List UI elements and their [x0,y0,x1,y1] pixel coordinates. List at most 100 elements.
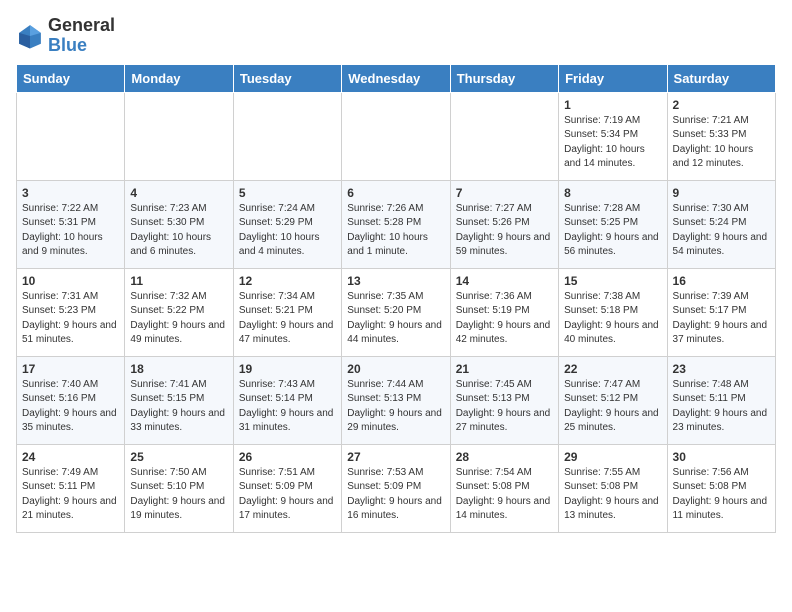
day-info: Sunrise: 7:44 AMSunset: 5:13 PMDaylight:… [347,378,444,436]
day-info: Sunrise: 7:47 AMSunset: 5:12 PMDaylight:… [564,378,661,436]
calendar-cell: 5 Sunrise: 7:24 AMSunset: 5:29 PMDaylight… [233,180,341,268]
day-number: 9 [673,186,770,200]
day-header-tuesday: Tuesday [233,64,341,92]
calendar-cell: 4 Sunrise: 7:23 AMSunset: 5:30 PMDaylight… [125,180,233,268]
day-number: 20 [347,362,444,376]
calendar-week-5: 24 Sunrise: 7:49 AMSunset: 5:11 PMDayligh… [17,444,776,532]
calendar-cell [233,92,341,180]
calendar-cell: 11 Sunrise: 7:32 AMSunset: 5:22 PMDayligh… [125,268,233,356]
day-number: 24 [22,450,119,464]
day-info: Sunrise: 7:39 AMSunset: 5:17 PMDaylight:… [673,290,770,348]
day-info: Sunrise: 7:36 AMSunset: 5:19 PMDaylight:… [456,290,553,348]
day-number: 11 [130,274,227,288]
day-info: Sunrise: 7:41 AMSunset: 5:15 PMDaylight:… [130,378,227,436]
page-header: General Blue [16,16,776,56]
day-info: Sunrise: 7:38 AMSunset: 5:18 PMDaylight:… [564,290,661,348]
calendar-cell: 7Sunrise: 7:27 AMSunset: 5:26 PMDaylight… [450,180,558,268]
day-info: Sunrise: 7:32 AMSunset: 5:22 PMDaylight:… [130,290,227,348]
calendar-cell: 3Sunrise: 7:22 AMSunset: 5:31 PMDaylight… [17,180,125,268]
day-number: 29 [564,450,661,464]
calendar-cell: 24 Sunrise: 7:49 AMSunset: 5:11 PMDayligh… [17,444,125,532]
calendar-cell: 14 Sunrise: 7:36 AMSunset: 5:19 PMDayligh… [450,268,558,356]
calendar-header-row: SundayMondayTuesdayWednesdayThursdayFrid… [17,64,776,92]
day-info: Sunrise: 7:45 AMSunset: 5:13 PMDaylight:… [456,378,553,436]
calendar-cell: 1 Sunrise: 7:19 AMSunset: 5:34 PMDaylight… [559,92,667,180]
day-info: Sunrise: 7:55 AMSunset: 5:08 PMDaylight:… [564,466,661,524]
day-number: 18 [130,362,227,376]
day-info: Sunrise: 7:34 AMSunset: 5:21 PMDaylight:… [239,290,336,348]
day-header-saturday: Saturday [667,64,775,92]
day-number: 22 [564,362,661,376]
calendar-cell: 20 Sunrise: 7:44 AMSunset: 5:13 PMDayligh… [342,356,450,444]
day-number: 3 [22,186,119,200]
day-number: 10 [22,274,119,288]
day-number: 7 [456,186,553,200]
calendar-table: SundayMondayTuesdayWednesdayThursdayFrid… [16,64,776,533]
calendar-cell: 27 Sunrise: 7:53 AMSunset: 5:09 PMDayligh… [342,444,450,532]
calendar-cell [342,92,450,180]
logo-text: General Blue [48,16,115,56]
day-header-friday: Friday [559,64,667,92]
day-number: 14 [456,274,553,288]
day-info: Sunrise: 7:31 AMSunset: 5:23 PMDaylight:… [22,290,119,348]
day-info: Sunrise: 7:50 AMSunset: 5:10 PMDaylight:… [130,466,227,524]
day-number: 15 [564,274,661,288]
calendar-week-3: 10 Sunrise: 7:31 AMSunset: 5:23 PMDayligh… [17,268,776,356]
day-number: 1 [564,98,661,112]
day-number: 27 [347,450,444,464]
day-info: Sunrise: 7:49 AMSunset: 5:11 PMDaylight:… [22,466,119,524]
day-info: Sunrise: 7:23 AMSunset: 5:30 PMDaylight:… [130,202,227,260]
calendar-cell: 12 Sunrise: 7:34 AMSunset: 5:21 PMDayligh… [233,268,341,356]
logo-icon [16,22,44,50]
day-number: 4 [130,186,227,200]
day-info: Sunrise: 7:56 AMSunset: 5:08 PMDaylight:… [673,466,770,524]
day-info: Sunrise: 7:40 AMSunset: 5:16 PMDaylight:… [22,378,119,436]
day-number: 30 [673,450,770,464]
calendar-cell: 13Sunrise: 7:35 AMSunset: 5:20 PMDayligh… [342,268,450,356]
calendar-cell: 26Sunrise: 7:51 AMSunset: 5:09 PMDayligh… [233,444,341,532]
day-header-wednesday: Wednesday [342,64,450,92]
day-number: 6 [347,186,444,200]
day-number: 13 [347,274,444,288]
calendar-cell [450,92,558,180]
day-number: 28 [456,450,553,464]
day-info: Sunrise: 7:28 AMSunset: 5:25 PMDaylight:… [564,202,661,260]
calendar-week-2: 3Sunrise: 7:22 AMSunset: 5:31 PMDaylight… [17,180,776,268]
day-number: 21 [456,362,553,376]
day-number: 26 [239,450,336,464]
calendar-cell: 8Sunrise: 7:28 AMSunset: 5:25 PMDaylight… [559,180,667,268]
calendar-cell: 19 Sunrise: 7:43 AMSunset: 5:14 PMDayligh… [233,356,341,444]
day-info: Sunrise: 7:43 AMSunset: 5:14 PMDaylight:… [239,378,336,436]
calendar-cell: 25 Sunrise: 7:50 AMSunset: 5:10 PMDayligh… [125,444,233,532]
calendar-cell: 2Sunrise: 7:21 AMSunset: 5:33 PMDaylight… [667,92,775,180]
day-number: 5 [239,186,336,200]
calendar-cell [125,92,233,180]
calendar-cell: 16 Sunrise: 7:39 AMSunset: 5:17 PMDayligh… [667,268,775,356]
day-number: 17 [22,362,119,376]
day-info: Sunrise: 7:24 AMSunset: 5:29 PMDaylight:… [239,202,336,260]
day-header-monday: Monday [125,64,233,92]
day-header-thursday: Thursday [450,64,558,92]
calendar-cell: 22 Sunrise: 7:47 AMSunset: 5:12 PMDayligh… [559,356,667,444]
day-info: Sunrise: 7:48 AMSunset: 5:11 PMDaylight:… [673,378,770,436]
calendar-week-1: 1 Sunrise: 7:19 AMSunset: 5:34 PMDaylight… [17,92,776,180]
calendar-cell: 28 Sunrise: 7:54 AMSunset: 5:08 PMDayligh… [450,444,558,532]
day-number: 25 [130,450,227,464]
day-number: 16 [673,274,770,288]
calendar-cell: 18 Sunrise: 7:41 AMSunset: 5:15 PMDayligh… [125,356,233,444]
day-number: 19 [239,362,336,376]
calendar-cell: 6 Sunrise: 7:26 AMSunset: 5:28 PMDaylight… [342,180,450,268]
day-info: Sunrise: 7:26 AMSunset: 5:28 PMDaylight:… [347,202,444,260]
day-info: Sunrise: 7:53 AMSunset: 5:09 PMDaylight:… [347,466,444,524]
day-info: Sunrise: 7:21 AMSunset: 5:33 PMDaylight:… [673,114,770,172]
calendar-cell: 30 Sunrise: 7:56 AMSunset: 5:08 PMDayligh… [667,444,775,532]
calendar-week-4: 17 Sunrise: 7:40 AMSunset: 5:16 PMDayligh… [17,356,776,444]
day-header-sunday: Sunday [17,64,125,92]
day-info: Sunrise: 7:19 AMSunset: 5:34 PMDaylight:… [564,114,661,172]
calendar-cell: 15 Sunrise: 7:38 AMSunset: 5:18 PMDayligh… [559,268,667,356]
day-info: Sunrise: 7:54 AMSunset: 5:08 PMDaylight:… [456,466,553,524]
calendar-cell: 23Sunrise: 7:48 AMSunset: 5:11 PMDayligh… [667,356,775,444]
calendar-cell: 21 Sunrise: 7:45 AMSunset: 5:13 PMDayligh… [450,356,558,444]
day-number: 12 [239,274,336,288]
calendar-cell: 9Sunrise: 7:30 AMSunset: 5:24 PMDaylight… [667,180,775,268]
